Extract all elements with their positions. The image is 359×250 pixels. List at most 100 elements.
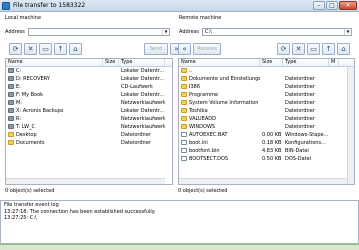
list-item[interactable]: F: My Book Lokaler Datentr... [6,91,172,99]
home-button[interactable]: ⌂ [69,43,82,55]
list-item[interactable]: I386 Dateiordner [179,83,354,91]
remote-machine-label: Remote machine [179,15,222,21]
minimize-button[interactable]: – [313,1,325,10]
new-folder-button[interactable]: ▭ [307,43,320,55]
list-item[interactable]: bootfont.bin 4.83 KB BIN-Datei [179,147,354,155]
drive-icon [8,84,14,89]
list-item[interactable]: BOOTSECT.DOS 0.50 KB DOS-Datei [179,155,354,163]
local-file-list[interactable]: Name Size Type C: Lokaler Datentr... D: RE… [5,58,173,185]
list-item[interactable]: System Volume Information Dateiordner [179,99,354,107]
file-type: Dateiordner [121,140,151,146]
file-name: Dokumente und Einstellungen [189,76,260,82]
remote-file-list[interactable]: Name Size Type M .. Dokumente und Einstel… [178,58,355,185]
file-size [103,123,119,131]
folder-up-icon: ↑ [325,45,332,53]
list-item[interactable]: E: CD-Laufwerk [6,83,172,91]
bottom-strip [0,244,359,250]
send-button[interactable]: Send [144,43,168,55]
file-size [103,83,119,91]
file-name: D: RECOVERY [16,76,50,82]
chevron-down-icon[interactable]: ▼ [162,29,169,35]
file-type: Lokaler Datentr... [121,92,165,98]
file-icon [181,132,187,137]
receive-arrow-button[interactable]: « [178,43,191,55]
file-type: BIN-Datei [285,148,309,154]
event-log[interactable]: File transfer event log 13:27:18: The co… [0,200,359,244]
list-item[interactable]: .. [179,67,354,75]
drive-icon [8,92,14,97]
list-item[interactable]: X: Acronis Backups Lokaler Datentr... [6,107,172,115]
column-header-size[interactable]: Size [260,59,283,66]
drive-icon [8,108,14,113]
column-header-name[interactable]: Name [6,59,103,66]
up-folder-button[interactable]: ↑ [322,43,335,55]
file-name-cell: BOOTSECT.DOS [179,155,260,163]
file-name: X: Acronis Backups [16,108,64,114]
folder-icon [181,68,187,73]
log-line: 13:27:25: C:\ [4,215,37,221]
file-type: Netzwerklaufwerk [121,116,165,122]
list-item[interactable]: R: Netzwerklaufwerk [6,115,172,123]
drive-icon [8,124,14,129]
file-size [103,91,119,99]
column-header-size[interactable]: Size [103,59,119,66]
up-folder-button[interactable]: ↑ [54,43,67,55]
remote-address-input[interactable]: C:\ ▼ [202,28,352,36]
vertical-scrollbar[interactable] [347,67,354,184]
file-size [103,115,119,123]
file-name: Programme [189,92,219,98]
list-item[interactable]: AUTOEXEC.BAT 0.00 KB Windows-Stape... [179,131,354,139]
list-item[interactable]: D: RECOVERY Lokaler Datentr... [6,75,172,83]
file-size [260,107,283,115]
window-title: File transfer to 1583322 [13,2,86,9]
file-name: I386 [189,84,201,90]
list-item[interactable]: boot.ini 0.18 KB Konfigurations... [179,139,354,147]
home-button[interactable]: ⌂ [337,43,350,55]
file-name: Toshiba [189,108,208,114]
local-address-input[interactable]: ▼ [28,28,170,36]
refresh-button[interactable]: ⟳ [277,43,290,55]
refresh-button[interactable]: ⟳ [9,43,22,55]
file-type: Dateiordner [285,116,315,122]
file-name: bootfont.bin [189,148,220,154]
list-item[interactable]: Desktop Dateiordner [6,131,172,139]
file-name: BOOTSECT.DOS [189,156,229,162]
file-name-cell: VALUEADD [179,115,260,123]
list-item[interactable]: WINDOWS Dateiordner [179,123,354,131]
horizontal-scrollbar[interactable] [6,178,165,184]
file-size [260,83,283,91]
column-header-name[interactable]: Name [179,59,260,66]
column-header-type[interactable]: Type [283,59,329,66]
file-icon [181,148,187,153]
folder-icon [8,132,14,137]
file-type: CD-Laufwerk [121,84,153,90]
file-size [260,123,283,131]
delete-button[interactable]: ✕ [292,43,305,55]
folder-icon [181,124,187,129]
delete-button[interactable]: ✕ [24,43,37,55]
close-button[interactable]: ✕ [339,1,357,10]
list-item[interactable]: M: Netzwerklaufwerk [6,99,172,107]
home-icon: ⌂ [73,45,78,53]
file-size [103,67,119,75]
file-type: Netzwerklaufwerk [121,124,165,130]
new-folder-button[interactable]: ▭ [39,43,52,55]
list-item[interactable]: Programme Dateiordner [179,91,354,99]
file-icon [181,140,187,145]
list-item[interactable]: VALUEADD Dateiordner [179,115,354,123]
list-item[interactable]: C: Lokaler Datentr... [6,67,172,75]
list-item[interactable]: Dokumente und Einstellungen Dateiordner [179,75,354,83]
file-type: Netzwerklaufwerk [121,100,165,106]
receive-button[interactable]: Receive [193,43,221,55]
column-header-modified[interactable]: M [329,59,339,66]
file-size [260,99,283,107]
file-type: Lokaler Datentr... [121,76,165,82]
list-item[interactable]: Toshiba Dateiordner [179,107,354,115]
horizontal-scrollbar[interactable] [179,178,347,184]
delete-icon: ✕ [295,45,302,53]
maximize-button[interactable]: □ [326,1,338,10]
column-header-type[interactable]: Type [119,59,165,66]
list-item[interactable]: Documents Dateiordner [6,139,172,147]
chevron-down-icon[interactable]: ▼ [344,29,351,35]
list-item[interactable]: T: LW_C Netzwerklaufwerk [6,123,172,131]
